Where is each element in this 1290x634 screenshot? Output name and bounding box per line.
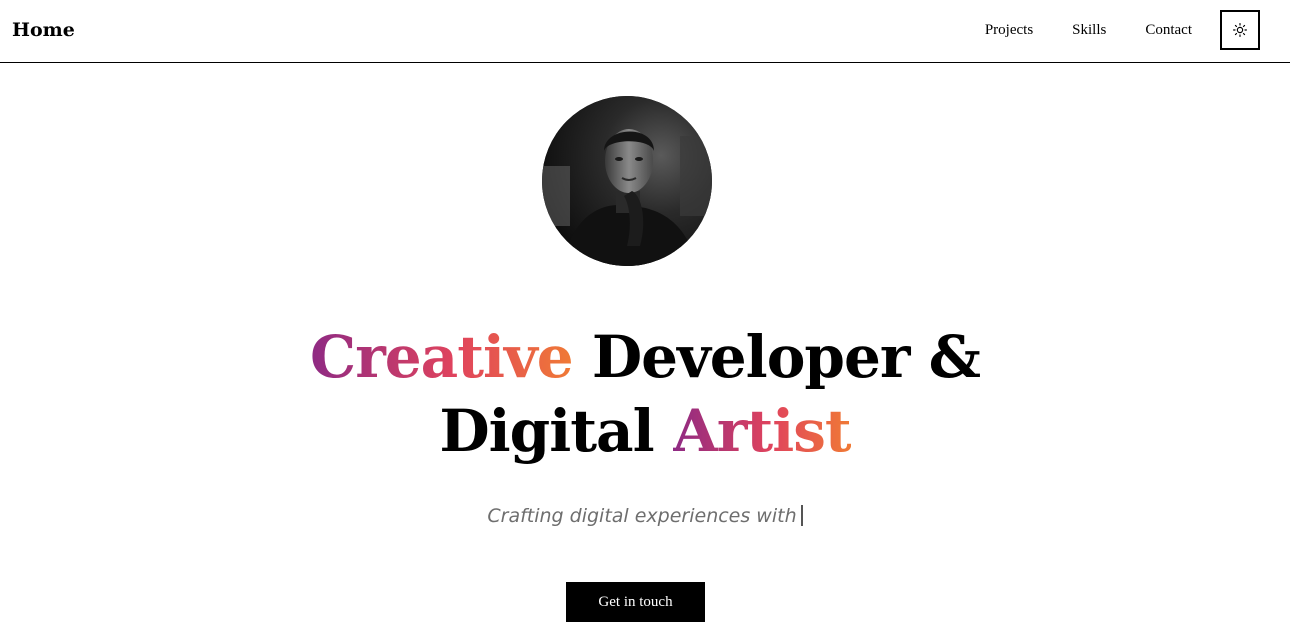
hero-headline: Creative Developer & Digital Artist: [0, 320, 1290, 468]
headline-text-digital: Digital: [439, 397, 673, 465]
profile-photo: [542, 96, 712, 266]
headline-highlight-artist: Artist: [672, 397, 852, 465]
get-in-touch-button[interactable]: Get in touch: [566, 582, 705, 622]
headline-text-developer: Developer &: [572, 323, 981, 391]
nav-link-skills[interactable]: Skills: [1072, 10, 1106, 50]
typing-cursor: [800, 505, 803, 526]
theme-toggle-button[interactable]: [1220, 10, 1260, 50]
nav-link-projects[interactable]: Projects: [985, 10, 1033, 50]
headline-highlight-creative: Creative: [310, 323, 574, 391]
profile-avatar: [542, 96, 712, 266]
nav-link-contact[interactable]: Contact: [1145, 10, 1192, 50]
home-link[interactable]: Home: [12, 16, 75, 44]
sun-icon: [1233, 23, 1247, 37]
typing-text: Crafting digital experiences with: [487, 505, 797, 527]
hero-subtitle: Crafting digital experiences with: [0, 502, 1290, 530]
main-nav: Projects Skills Contact: [985, 10, 1260, 50]
top-navigation-bar: Home Projects Skills Contact: [0, 0, 1290, 63]
